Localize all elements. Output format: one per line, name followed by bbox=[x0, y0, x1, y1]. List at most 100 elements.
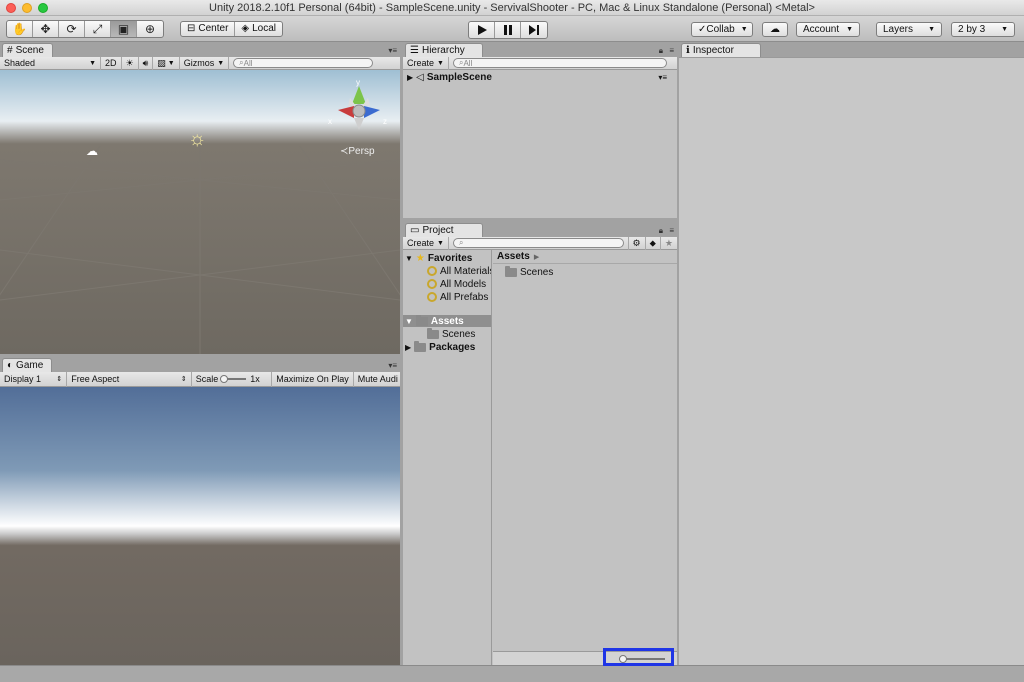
transform-tool-button[interactable]: ⊕ bbox=[137, 21, 163, 37]
tab-hierarchy[interactable]: ☰ Hierarchy bbox=[405, 43, 483, 57]
gizmos-dropdown[interactable]: Gizmos ▼ bbox=[180, 56, 230, 70]
pause-button[interactable] bbox=[495, 22, 521, 38]
hierarchy-content: ▶ ◁ SampleScene ▾≡ bbox=[403, 70, 677, 218]
favorites-row[interactable]: ▼ ★ Favorites bbox=[405, 252, 472, 264]
layout-label: 2 by 3 bbox=[958, 24, 986, 35]
layout-dropdown[interactable]: 2 by 3 ▼ bbox=[951, 22, 1015, 37]
play-button[interactable] bbox=[469, 22, 495, 38]
highlight-box bbox=[603, 648, 674, 666]
create-label: Create bbox=[407, 238, 435, 248]
camera-icon[interactable]: ☁ bbox=[86, 144, 98, 158]
lock-icon[interactable]: 🔒︎ bbox=[659, 46, 663, 56]
panel-menu-icon[interactable]: ≡ bbox=[669, 226, 674, 235]
transform-icon: ⊕ bbox=[144, 22, 156, 36]
move-tool-button[interactable]: ✥ bbox=[33, 21, 59, 37]
fav-all-models[interactable]: All Models bbox=[427, 278, 486, 290]
tab-game-label: Game bbox=[16, 360, 44, 371]
shading-dropdown[interactable]: Shaded ▼ bbox=[0, 56, 101, 70]
content-scenes-item[interactable]: Scenes bbox=[505, 265, 553, 278]
local-icon: ◈ bbox=[241, 23, 250, 34]
scale-value: 1x bbox=[250, 374, 260, 384]
expand-arrow-icon[interactable]: ▶ bbox=[407, 73, 413, 82]
maximize-on-play-toggle[interactable]: Maximize On Play bbox=[272, 371, 354, 387]
play-icon bbox=[477, 25, 487, 35]
directional-light-icon[interactable]: ☼ bbox=[188, 128, 206, 151]
center-button[interactable]: ⊟ Center bbox=[181, 22, 236, 36]
scale-tool-button[interactable]: ⤢ bbox=[85, 21, 111, 37]
filter-type-button[interactable]: ⚙ bbox=[627, 236, 646, 250]
center-icon: ⊟ bbox=[187, 23, 196, 34]
scene-menu-icon[interactable]: ▾≡ bbox=[658, 73, 667, 82]
expand-arrow-icon[interactable]: ▶ bbox=[405, 343, 411, 352]
scene-panel: # Scene ▾≡ Shaded ▼ 2D ☀ 🔊︎ ▨ ▼ Gizmos ▼ ⌕ A… bbox=[0, 42, 400, 354]
scale-thumb[interactable] bbox=[220, 375, 229, 383]
hand-tool-button[interactable]: ✋ bbox=[7, 21, 33, 37]
lighting-toggle[interactable]: ☀ bbox=[122, 56, 139, 70]
perspective-label-wrap[interactable]: ≺Persp bbox=[340, 146, 375, 157]
local-button[interactable]: ◈ Local bbox=[235, 22, 282, 36]
tab-inspector[interactable]: ℹ Inspector bbox=[681, 43, 761, 57]
folder-icon bbox=[415, 314, 428, 326]
scene-search-input[interactable]: ⌕ All bbox=[233, 58, 374, 68]
unity-logo-icon: ◁ bbox=[416, 71, 424, 83]
game-viewport[interactable] bbox=[0, 387, 400, 665]
assets-folder-row[interactable]: ▼ Assets bbox=[403, 314, 491, 327]
favorites-label: Favorites bbox=[427, 252, 473, 264]
main-toolbar: ✋ ✥ ⟳ ⤢ ▣ ⊕ ⊟ Center ◈ Local ✓ Collab ▼ ☁ … bbox=[0, 16, 1024, 42]
step-button[interactable] bbox=[521, 22, 547, 38]
cloud-button[interactable]: ☁ bbox=[762, 22, 788, 37]
chevron-down-icon: ▼ bbox=[437, 239, 444, 247]
folder-icon bbox=[427, 327, 439, 339]
expand-arrow-icon[interactable]: ▼ bbox=[405, 254, 413, 263]
scene-viewport[interactable]: ☼ ☁ y x z ≺Persp bbox=[0, 70, 400, 354]
create-label: Create bbox=[407, 58, 435, 68]
breadcrumb-assets[interactable]: Assets bbox=[497, 251, 530, 262]
axis-y-label: y bbox=[356, 78, 360, 87]
panel-menu-icon[interactable]: ≡ bbox=[669, 46, 674, 55]
collab-label: Collab bbox=[706, 24, 735, 35]
chevron-down-icon: ▼ bbox=[437, 59, 444, 67]
filter-label-button[interactable]: ⬥ bbox=[646, 236, 661, 250]
scene-row[interactable]: ▶ ◁ SampleScene ▾≡ bbox=[407, 71, 673, 83]
collab-dropdown[interactable]: ✓ Collab ▼ bbox=[691, 22, 753, 37]
favorite-button[interactable]: ★ bbox=[661, 237, 677, 250]
lock-icon[interactable]: 🔒︎ bbox=[659, 226, 663, 236]
chevron-down-icon: ▼ bbox=[217, 59, 225, 67]
project-toolbar: Create ▼ ⌕ ⚙ ⬥ ★ bbox=[403, 236, 677, 250]
packages-folder-row[interactable]: ▶ Packages bbox=[405, 340, 475, 353]
fav-all-materials[interactable]: All Materials bbox=[427, 265, 491, 277]
hierarchy-create-dropdown[interactable]: Create ▼ bbox=[403, 56, 449, 70]
scene-tabbar: # Scene ▾≡ bbox=[0, 42, 400, 57]
fav-all-prefabs[interactable]: All Prefabs bbox=[427, 291, 488, 303]
scale-track[interactable] bbox=[220, 375, 247, 383]
hierarchy-search-input[interactable]: ⌕ All bbox=[452, 58, 667, 68]
scenes-folder-row[interactable]: Scenes bbox=[427, 327, 475, 340]
account-dropdown[interactable]: Account ▼ bbox=[796, 22, 860, 37]
panel-menu-icon[interactable]: ▾≡ bbox=[388, 361, 397, 370]
aspect-dropdown[interactable]: Free Aspect ⇕ bbox=[67, 371, 192, 387]
mute-audio-toggle[interactable]: Mute Audi bbox=[354, 372, 400, 387]
tab-scene[interactable]: # Scene bbox=[2, 43, 53, 57]
scene-orientation-gizmo[interactable]: y x z bbox=[328, 78, 390, 140]
project-search-input[interactable]: ⌕ bbox=[452, 238, 624, 248]
project-create-dropdown[interactable]: Create ▼ bbox=[403, 236, 449, 250]
effects-dropdown[interactable]: ▨ ▼ bbox=[153, 56, 180, 70]
rect-tool-button[interactable]: ▣ bbox=[111, 21, 137, 37]
layers-dropdown[interactable]: Layers ▼ bbox=[876, 22, 942, 37]
audio-toggle[interactable]: 🔊︎ bbox=[139, 56, 154, 70]
display-dropdown[interactable]: Display 1 ⇕ bbox=[0, 371, 68, 387]
expand-arrow-icon[interactable]: ▼ bbox=[405, 317, 413, 326]
chevron-updown-icon: ⇕ bbox=[56, 376, 63, 383]
project-folder-tree: ▼ ★ Favorites All Materials All Models A… bbox=[403, 250, 492, 665]
panel-menu-icon[interactable]: ▾≡ bbox=[388, 46, 397, 55]
2d-toggle[interactable]: 2D bbox=[101, 56, 122, 70]
center-label: Center bbox=[198, 23, 229, 34]
tab-project[interactable]: ▭ Project bbox=[405, 223, 483, 237]
rotate-tool-button[interactable]: ⟳ bbox=[59, 21, 85, 37]
tab-game[interactable]: ◐ Game bbox=[2, 358, 53, 372]
inspector-tabbar: ℹ Inspector bbox=[679, 42, 1024, 57]
display-label: Display 1 bbox=[4, 374, 42, 384]
scale-slider[interactable]: Scale 1x bbox=[192, 371, 273, 387]
fav-item-label: All Models bbox=[440, 278, 487, 290]
game-panel: ◐ Game ▾≡ Display 1 ⇕ Free Aspect ⇕ Scale … bbox=[0, 357, 400, 665]
